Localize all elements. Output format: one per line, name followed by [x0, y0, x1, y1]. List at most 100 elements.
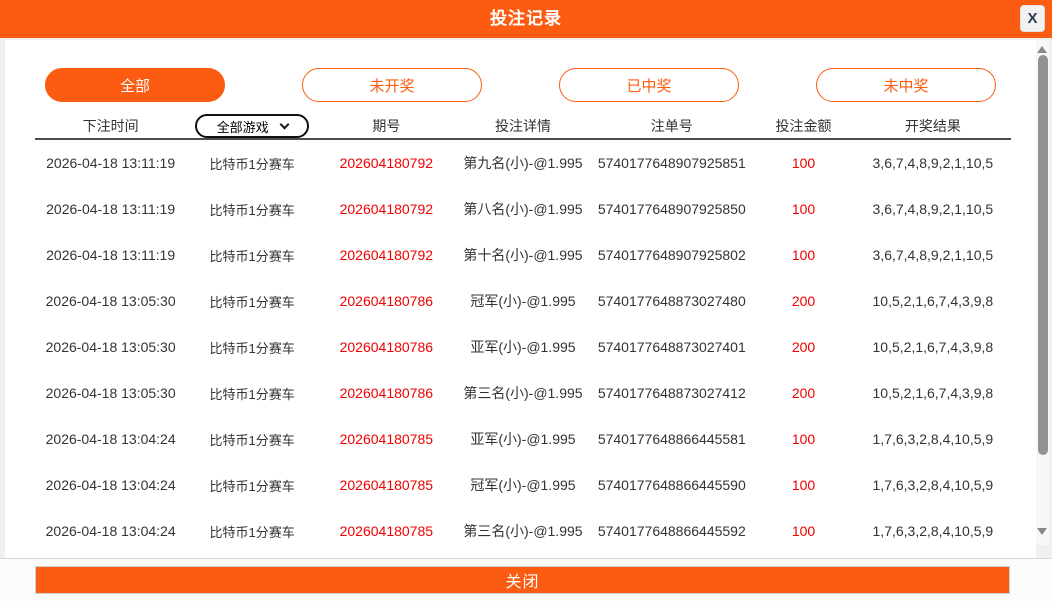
cell-issue-number: 202604180785	[318, 477, 455, 493]
cell-bet-amount: 100	[752, 477, 854, 493]
cell-bet-detail: 亚军(小)-@1.995	[455, 337, 592, 357]
dialog-titlebar: 投注记录 X	[0, 0, 1052, 38]
filter-lost-button[interactable]: 未中奖	[816, 68, 996, 102]
cell-order-number: 5740177648866445581	[591, 431, 752, 447]
header-draw-result: 开奖结果	[855, 116, 1011, 136]
close-icon: X	[1027, 10, 1037, 27]
cell-bet-detail: 第八名(小)-@1.995	[455, 199, 592, 219]
table-row: 2026-04-18 13:11:19 比特币1分赛车 202604180792…	[35, 232, 1011, 278]
cell-issue-number: 202604180786	[318, 293, 455, 309]
cell-draw-result: 3,6,7,4,8,9,2,1,10,5	[855, 247, 1011, 263]
cell-game-name: 比特币1分赛车	[186, 522, 318, 541]
cell-issue-number: 202604180785	[318, 431, 455, 447]
cell-bet-time: 2026-04-18 13:04:24	[35, 523, 186, 539]
cell-bet-amount: 100	[752, 247, 854, 263]
cell-issue-number: 202604180785	[318, 523, 455, 539]
cell-bet-amount: 100	[752, 155, 854, 171]
cell-issue-number: 202604180786	[318, 385, 455, 401]
scroll-up-arrow-icon[interactable]	[1037, 46, 1047, 53]
cell-bet-amount: 100	[752, 201, 854, 217]
cell-bet-detail: 第三名(小)-@1.995	[455, 521, 592, 541]
cell-order-number: 5740177648873027480	[591, 293, 752, 309]
vertical-scrollbar[interactable]	[1036, 40, 1049, 545]
cell-bet-time: 2026-04-18 13:05:30	[35, 339, 186, 355]
close-button[interactable]: 关闭	[35, 566, 1010, 594]
cell-game-name: 比特币1分赛车	[186, 338, 318, 357]
cell-bet-time: 2026-04-18 13:05:30	[35, 385, 186, 401]
header-issue-number: 期号	[318, 116, 455, 136]
cell-issue-number: 202604180792	[318, 201, 455, 217]
cell-game-name: 比特币1分赛车	[186, 476, 318, 495]
header-order-number: 注单号	[591, 116, 752, 136]
cell-bet-amount: 100	[752, 523, 854, 539]
cell-draw-result: 10,5,2,1,6,7,4,3,9,8	[855, 339, 1011, 355]
cell-game-name: 比特币1分赛车	[186, 246, 318, 265]
chevron-down-icon	[279, 119, 289, 129]
header-bet-amount: 投注金额	[752, 116, 854, 136]
cell-bet-detail: 第十名(小)-@1.995	[455, 245, 592, 265]
scroll-down-arrow-icon[interactable]	[1037, 528, 1047, 535]
cell-draw-result: 1,7,6,3,2,8,4,10,5,9	[855, 523, 1011, 539]
cell-draw-result: 3,6,7,4,8,9,2,1,10,5	[855, 201, 1011, 217]
filter-won-button[interactable]: 已中奖	[559, 68, 739, 102]
betting-records-panel: 全部 未开奖 已中奖 未中奖 下注时间 全部游戏 期号 投注详情 注单号 投注金…	[5, 40, 1036, 558]
cell-game-name: 比特币1分赛车	[186, 154, 318, 173]
table-body: 2026-04-18 13:11:19 比特币1分赛车 202604180792…	[35, 140, 1011, 558]
table-header-row: 下注时间 全部游戏 期号 投注详情 注单号 投注金额 开奖结果	[35, 114, 1011, 140]
cell-bet-detail: 第九名(小)-@1.995	[455, 153, 592, 173]
table-row: 2026-04-18 13:05:30 比特币1分赛车 202604180786…	[35, 324, 1011, 370]
cell-order-number: 5740177648873027412	[591, 385, 752, 401]
cell-draw-result: 1,7,6,3,2,8,4,10,5,9	[855, 431, 1011, 447]
cell-draw-result: 1,7,6,3,2,8,4,10,5,9	[855, 477, 1011, 493]
table-row: 2026-04-18 13:04:24 比特币1分赛车 202604180785…	[35, 462, 1011, 508]
cell-bet-time: 2026-04-18 13:04:24	[35, 477, 186, 493]
filter-bar: 全部 未开奖 已中奖 未中奖	[45, 68, 996, 102]
cell-bet-amount: 200	[752, 293, 854, 309]
cell-bet-detail: 冠军(小)-@1.995	[455, 291, 592, 311]
cell-bet-time: 2026-04-18 13:11:19	[35, 155, 186, 171]
game-filter-selected-value: 全部游戏	[217, 117, 269, 136]
cell-bet-time: 2026-04-18 13:05:30	[35, 293, 186, 309]
cell-bet-detail: 第三名(小)-@1.995	[455, 383, 592, 403]
table-row: 2026-04-18 13:05:30 比特币1分赛车 202604180786…	[35, 278, 1011, 324]
cell-order-number: 5740177648907925850	[591, 201, 752, 217]
filter-undrawn-button[interactable]: 未开奖	[302, 68, 482, 102]
header-game-filter: 全部游戏	[186, 114, 318, 138]
header-bet-detail: 投注详情	[455, 116, 592, 136]
dialog-title: 投注记录	[0, 0, 1052, 38]
filter-all-button[interactable]: 全部	[45, 68, 225, 102]
cell-bet-time: 2026-04-18 13:11:19	[35, 201, 186, 217]
cell-bet-amount: 200	[752, 385, 854, 401]
cell-bet-amount: 100	[752, 431, 854, 447]
table-row: 2026-04-18 13:11:19 比特币1分赛车 202604180792…	[35, 140, 1011, 186]
cell-issue-number: 202604180786	[318, 339, 455, 355]
cell-bet-time: 2026-04-18 13:11:19	[35, 247, 186, 263]
cell-order-number: 5740177648866445590	[591, 477, 752, 493]
cell-order-number: 5740177648907925802	[591, 247, 752, 263]
scrollbar-thumb[interactable]	[1038, 55, 1048, 455]
cell-order-number: 5740177648907925851	[591, 155, 752, 171]
header-bet-time: 下注时间	[35, 116, 186, 136]
cell-bet-detail: 亚军(小)-@1.995	[455, 429, 592, 449]
cell-draw-result: 10,5,2,1,6,7,4,3,9,8	[855, 293, 1011, 309]
table-row: 2026-04-18 13:04:24 比特币1分赛车 202604180785…	[35, 508, 1011, 554]
cell-game-name: 比特币1分赛车	[186, 200, 318, 219]
cell-draw-result: 3,6,7,4,8,9,2,1,10,5	[855, 155, 1011, 171]
cell-bet-amount: 200	[752, 339, 854, 355]
table-row: 2026-04-18 13:05:30 比特币1分赛车 202604180786…	[35, 370, 1011, 416]
cell-game-name: 比特币1分赛车	[186, 430, 318, 449]
cell-issue-number: 202604180792	[318, 247, 455, 263]
table-row: 2026-04-18 13:11:19 比特币1分赛车 202604180792…	[35, 186, 1011, 232]
close-dialog-button[interactable]: X	[1020, 5, 1045, 32]
cell-order-number: 5740177648873027401	[591, 339, 752, 355]
cell-draw-result: 10,5,2,1,6,7,4,3,9,8	[855, 385, 1011, 401]
cell-order-number: 5740177648866445592	[591, 523, 752, 539]
game-filter-select[interactable]: 全部游戏	[195, 114, 309, 138]
cell-issue-number: 202604180792	[318, 155, 455, 171]
cell-game-name: 比特币1分赛车	[186, 292, 318, 311]
cell-bet-detail: 冠军(小)-@1.995	[455, 475, 592, 495]
table-row: 2026-04-18 13:04:24 比特币1分赛车 202604180785…	[35, 416, 1011, 462]
cell-game-name: 比特币1分赛车	[186, 384, 318, 403]
cell-bet-time: 2026-04-18 13:04:24	[35, 431, 186, 447]
dialog-footer: 关闭	[0, 558, 1052, 601]
